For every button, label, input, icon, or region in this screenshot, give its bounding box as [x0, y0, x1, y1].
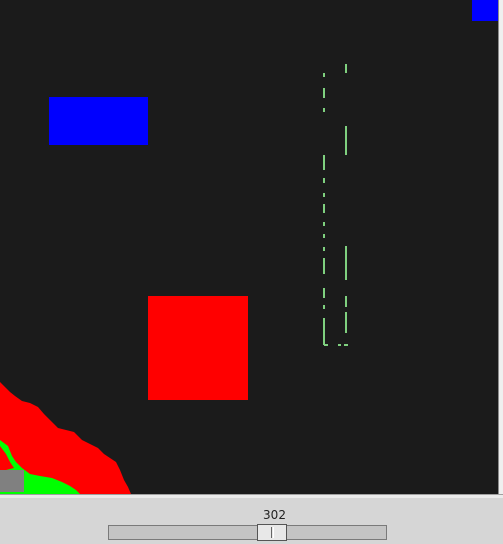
slider-value-label: 302 [263, 508, 286, 522]
slider-track[interactable] [108, 525, 387, 540]
simulation-canvas[interactable] [0, 0, 498, 494]
canvas-right-border [498, 0, 503, 494]
slider-thumb[interactable] [257, 524, 288, 541]
terrain-region [0, 382, 131, 494]
control-panel: 302 [0, 498, 503, 544]
